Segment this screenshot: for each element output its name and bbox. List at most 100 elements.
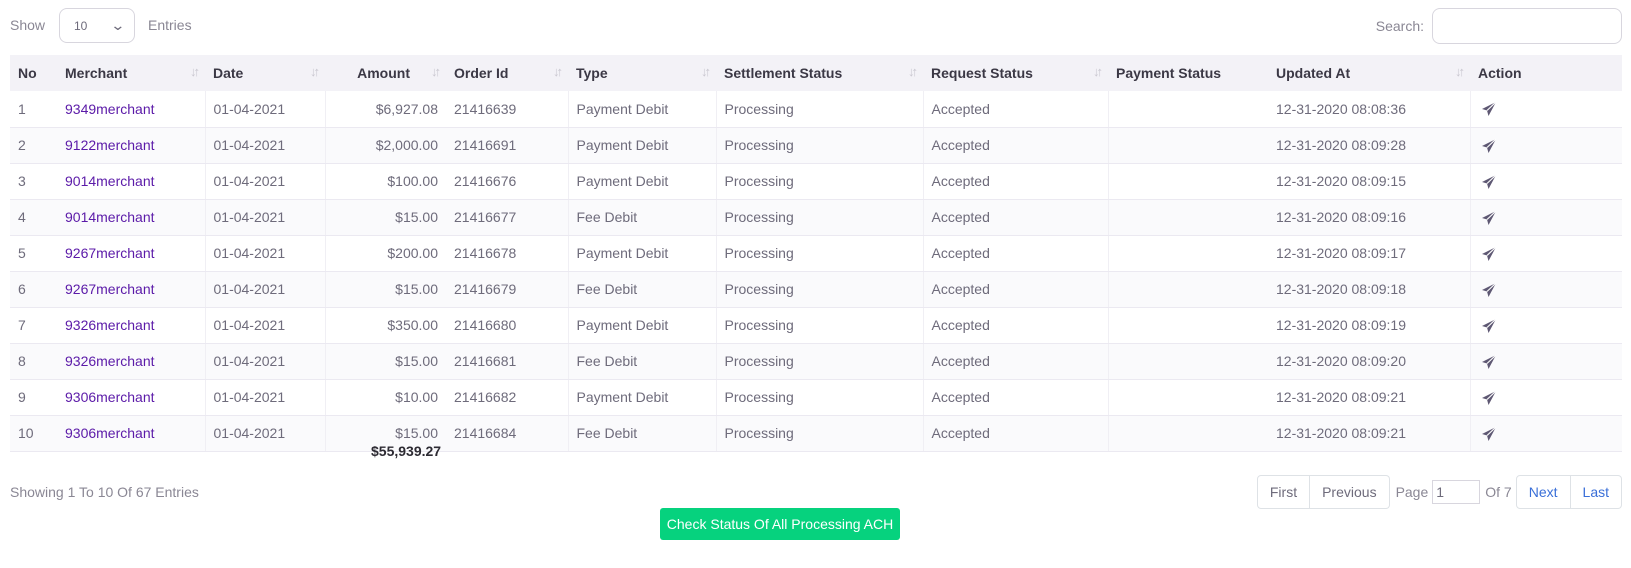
cell-request-status: Accepted	[923, 271, 1109, 308]
send-icon[interactable]	[1481, 101, 1497, 117]
column-header-settlement-status[interactable]: Settlement Status ↓↑	[716, 55, 923, 91]
first-page-button[interactable]: First	[1256, 475, 1311, 509]
send-icon[interactable]	[1481, 426, 1497, 442]
cell-no: 8	[10, 343, 57, 380]
send-icon[interactable]	[1481, 282, 1497, 298]
column-header-merchant[interactable]: Merchant ↓↑	[57, 55, 205, 91]
cell-updated-at: 12-31-2020 08:09:18	[1268, 271, 1471, 308]
table-row: 7 9326merchant 01-04-2021 $350.00 21416680 Pa…	[10, 307, 1622, 344]
cell-updated-at: 12-31-2020 08:09:17	[1268, 235, 1471, 272]
cell-amount: $10.00	[325, 379, 446, 416]
next-page-button[interactable]: Next	[1515, 475, 1571, 509]
column-header-order-id[interactable]: Order Id ↓↑	[446, 55, 568, 91]
cell-date: 01-04-2021	[205, 163, 326, 200]
sort-icon: ↓↑	[310, 64, 320, 79]
cell-amount: $15.00	[325, 199, 446, 236]
table-toolbar: Show 10 ⌄ Entries Search:	[10, 8, 1622, 44]
cell-payment-status	[1108, 235, 1268, 272]
cell-merchant: 9326merchant	[57, 307, 206, 344]
cell-order-id: 21416682	[446, 379, 569, 416]
merchant-link[interactable]: 9306merchant	[65, 425, 155, 441]
merchant-link[interactable]: 9326merchant	[65, 317, 155, 333]
cell-request-status: Accepted	[923, 343, 1109, 380]
cell-settlement-status: Processing	[716, 307, 924, 344]
cell-updated-at: 12-31-2020 08:09:15	[1268, 163, 1471, 200]
merchant-link[interactable]: 9122merchant	[65, 137, 155, 153]
cell-type: Payment Debit	[568, 307, 717, 344]
send-icon[interactable]	[1481, 210, 1497, 226]
cell-merchant: 9306merchant	[57, 379, 206, 416]
cell-action	[1470, 271, 1622, 308]
column-header-payment-status[interactable]: Payment Status	[1108, 55, 1268, 91]
total-amount: $55,939.27	[371, 443, 442, 459]
search-input[interactable]	[1432, 8, 1622, 44]
table-row: 1 9349merchant 01-04-2021 $6,927.08 21416639…	[10, 91, 1622, 128]
sort-icon: ↓↑	[701, 64, 711, 79]
cell-amount: $15.00	[325, 343, 446, 380]
cell-action	[1470, 235, 1622, 272]
column-header-type[interactable]: Type ↓↑	[568, 55, 716, 91]
cell-payment-status	[1108, 163, 1268, 200]
sort-icon: ↓↑	[190, 64, 200, 79]
cell-request-status: Accepted	[923, 235, 1109, 272]
cell-merchant: 9014merchant	[57, 163, 206, 200]
cell-updated-at: 12-31-2020 08:09:28	[1268, 127, 1471, 164]
column-header-amount[interactable]: Amount ↓↑	[325, 55, 446, 91]
column-header-updated-at[interactable]: Updated At ↓↑	[1268, 55, 1470, 91]
merchant-link[interactable]: 9326merchant	[65, 353, 155, 369]
cell-order-id: 21416676	[446, 163, 569, 200]
column-header-date[interactable]: Date ↓↑	[205, 55, 325, 91]
cell-action	[1470, 199, 1622, 236]
cell-type: Payment Debit	[568, 127, 717, 164]
pagination: First Previous Page Of 7 Next Last	[1256, 475, 1622, 509]
sort-icon: ↓↑	[553, 64, 563, 79]
send-icon[interactable]	[1481, 390, 1497, 406]
cell-merchant: 9267merchant	[57, 271, 206, 308]
cell-updated-at: 12-31-2020 08:09:20	[1268, 343, 1471, 380]
merchant-link[interactable]: 9267merchant	[65, 245, 155, 261]
send-icon[interactable]	[1481, 318, 1497, 334]
cell-payment-status	[1108, 379, 1268, 416]
cell-amount: $350.00	[325, 307, 446, 344]
last-page-button[interactable]: Last	[1570, 475, 1622, 509]
cell-type: Fee Debit	[568, 415, 717, 452]
column-header-request-status[interactable]: Request Status ↓↑	[923, 55, 1108, 91]
cell-request-status: Accepted	[923, 307, 1109, 344]
cell-order-id: 21416679	[446, 271, 569, 308]
transactions-table: No Merchant ↓↑ Date ↓↑ Amount ↓↑ Order Id ↓↑…	[10, 55, 1622, 452]
previous-page-button[interactable]: Previous	[1310, 475, 1390, 509]
table-row: 6 9267merchant 01-04-2021 $15.00 21416679 Fee…	[10, 271, 1622, 308]
cell-amount: $2,000.00	[325, 127, 446, 164]
cell-order-id: 21416691	[446, 127, 569, 164]
table-header-row: No Merchant ↓↑ Date ↓↑ Amount ↓↑ Order Id ↓↑…	[10, 55, 1622, 91]
cell-payment-status	[1108, 271, 1268, 308]
check-status-all-processing-ach-button[interactable]: Check Status Of All Processing ACH	[660, 508, 900, 540]
chevron-down-icon: ⌄	[110, 17, 126, 33]
cell-merchant: 9306merchant	[57, 415, 206, 452]
cell-updated-at: 12-31-2020 08:09:16	[1268, 199, 1471, 236]
send-icon[interactable]	[1481, 174, 1497, 190]
cell-updated-at: 12-31-2020 08:08:36	[1268, 91, 1471, 128]
cell-no: 7	[10, 307, 57, 344]
send-icon[interactable]	[1481, 354, 1497, 370]
entries-per-page-select[interactable]: 10 ⌄	[59, 8, 135, 43]
cell-action	[1470, 307, 1622, 344]
merchant-link[interactable]: 9014merchant	[65, 173, 155, 189]
page-number-input[interactable]	[1432, 480, 1481, 504]
cell-request-status: Accepted	[923, 415, 1109, 452]
cell-merchant: 9122merchant	[57, 127, 206, 164]
cell-settlement-status: Processing	[716, 415, 924, 452]
merchant-link[interactable]: 9014merchant	[65, 209, 155, 225]
cell-action	[1470, 91, 1622, 128]
cell-order-id: 21416639	[446, 91, 569, 128]
send-icon[interactable]	[1481, 246, 1497, 262]
send-icon[interactable]	[1481, 138, 1497, 154]
cell-settlement-status: Processing	[716, 127, 924, 164]
merchant-link[interactable]: 9306merchant	[65, 389, 155, 405]
cell-no: 1	[10, 91, 57, 128]
column-header-no[interactable]: No	[10, 55, 57, 91]
merchant-link[interactable]: 9267merchant	[65, 281, 155, 297]
merchant-link[interactable]: 9349merchant	[65, 101, 155, 117]
cell-merchant: 9267merchant	[57, 235, 206, 272]
cell-action	[1470, 415, 1622, 452]
